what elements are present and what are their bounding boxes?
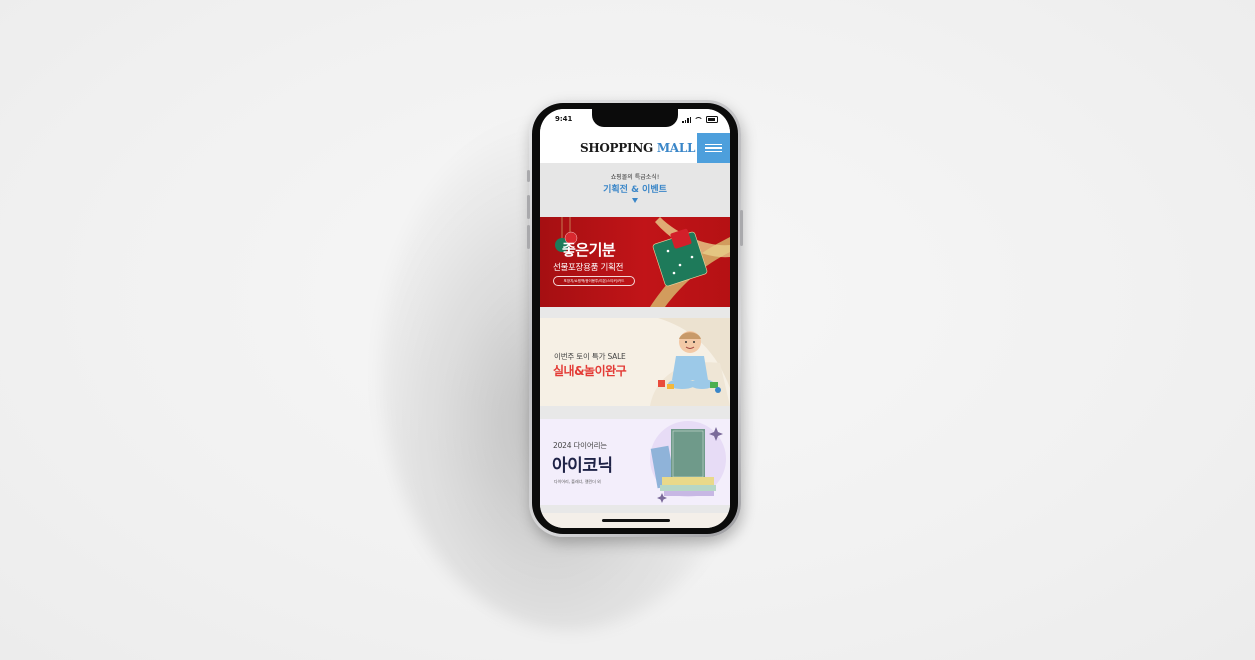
phone-mockup: 9:41 SHOPPING MALL 쇼핑몰의 특급소식! 기획전 & 이벤트 …: [527, 100, 743, 537]
status-icons: [682, 116, 718, 123]
logo-accent-text: MALL: [656, 141, 696, 155]
volume-down-button: [527, 225, 530, 249]
banner1-tag: 포장지/쇼핑백/종이봉투/리본/스티커/카드: [553, 276, 635, 286]
volume-up-button: [527, 195, 530, 219]
battery-icon: [706, 116, 718, 123]
hamburger-menu-button[interactable]: [697, 133, 730, 163]
menu-line-icon: [705, 143, 722, 146]
banner3-note: 다이어리, 플래너, 캘린더 외: [554, 479, 601, 484]
site-logo[interactable]: SHOPPING MALL: [580, 141, 695, 155]
banner-diary[interactable]: 2024 다이어리는 아이코닉 다이어리, 플래너, 캘린더 외: [540, 419, 730, 505]
home-indicator[interactable]: [602, 519, 670, 522]
status-time: 9:41: [555, 115, 573, 123]
banner2-subtitle: 이번주 토이 특가 SALE: [554, 352, 626, 361]
logo-main-text: SHOPPING: [580, 141, 653, 155]
mute-switch: [527, 170, 530, 182]
banner1-title: 좋은기분: [562, 241, 616, 259]
menu-line-icon: [705, 150, 722, 153]
notch: [592, 109, 678, 127]
section-title: 기획전 & 이벤트: [603, 185, 667, 195]
banner-toys[interactable]: 이번주 토이 특가 SALE 실내&놀이완구: [540, 318, 730, 406]
phone-screen: 9:41 SHOPPING MALL 쇼핑몰의 특급소식! 기획전 & 이벤트 …: [540, 109, 730, 528]
banner1-subtitle: 선물포장용품 기획전: [553, 263, 624, 273]
banner3-title: 아이코닉: [552, 456, 613, 476]
site-header: SHOPPING MALL: [540, 133, 730, 163]
banner-divider: [540, 406, 730, 419]
banner2-title: 실내&놀이완구: [553, 364, 627, 378]
banner-divider: [540, 505, 730, 513]
wifi-icon: [694, 116, 703, 123]
banner-gift-wrap[interactable]: 좋은기분 선물포장용품 기획전 포장지/쇼핑백/종이봉투/리본/스티커/카드: [540, 217, 730, 307]
signal-icon: [682, 116, 691, 123]
triangle-down-icon: [632, 198, 638, 203]
menu-line-icon: [705, 147, 722, 149]
banner3-subtitle: 2024 다이어리는: [553, 441, 607, 450]
banner-divider: [540, 307, 730, 318]
power-button: [740, 210, 743, 246]
section-subtitle: 쇼핑몰의 특급소식!: [610, 174, 660, 181]
section-header: 쇼핑몰의 특급소식! 기획전 & 이벤트: [540, 163, 730, 217]
